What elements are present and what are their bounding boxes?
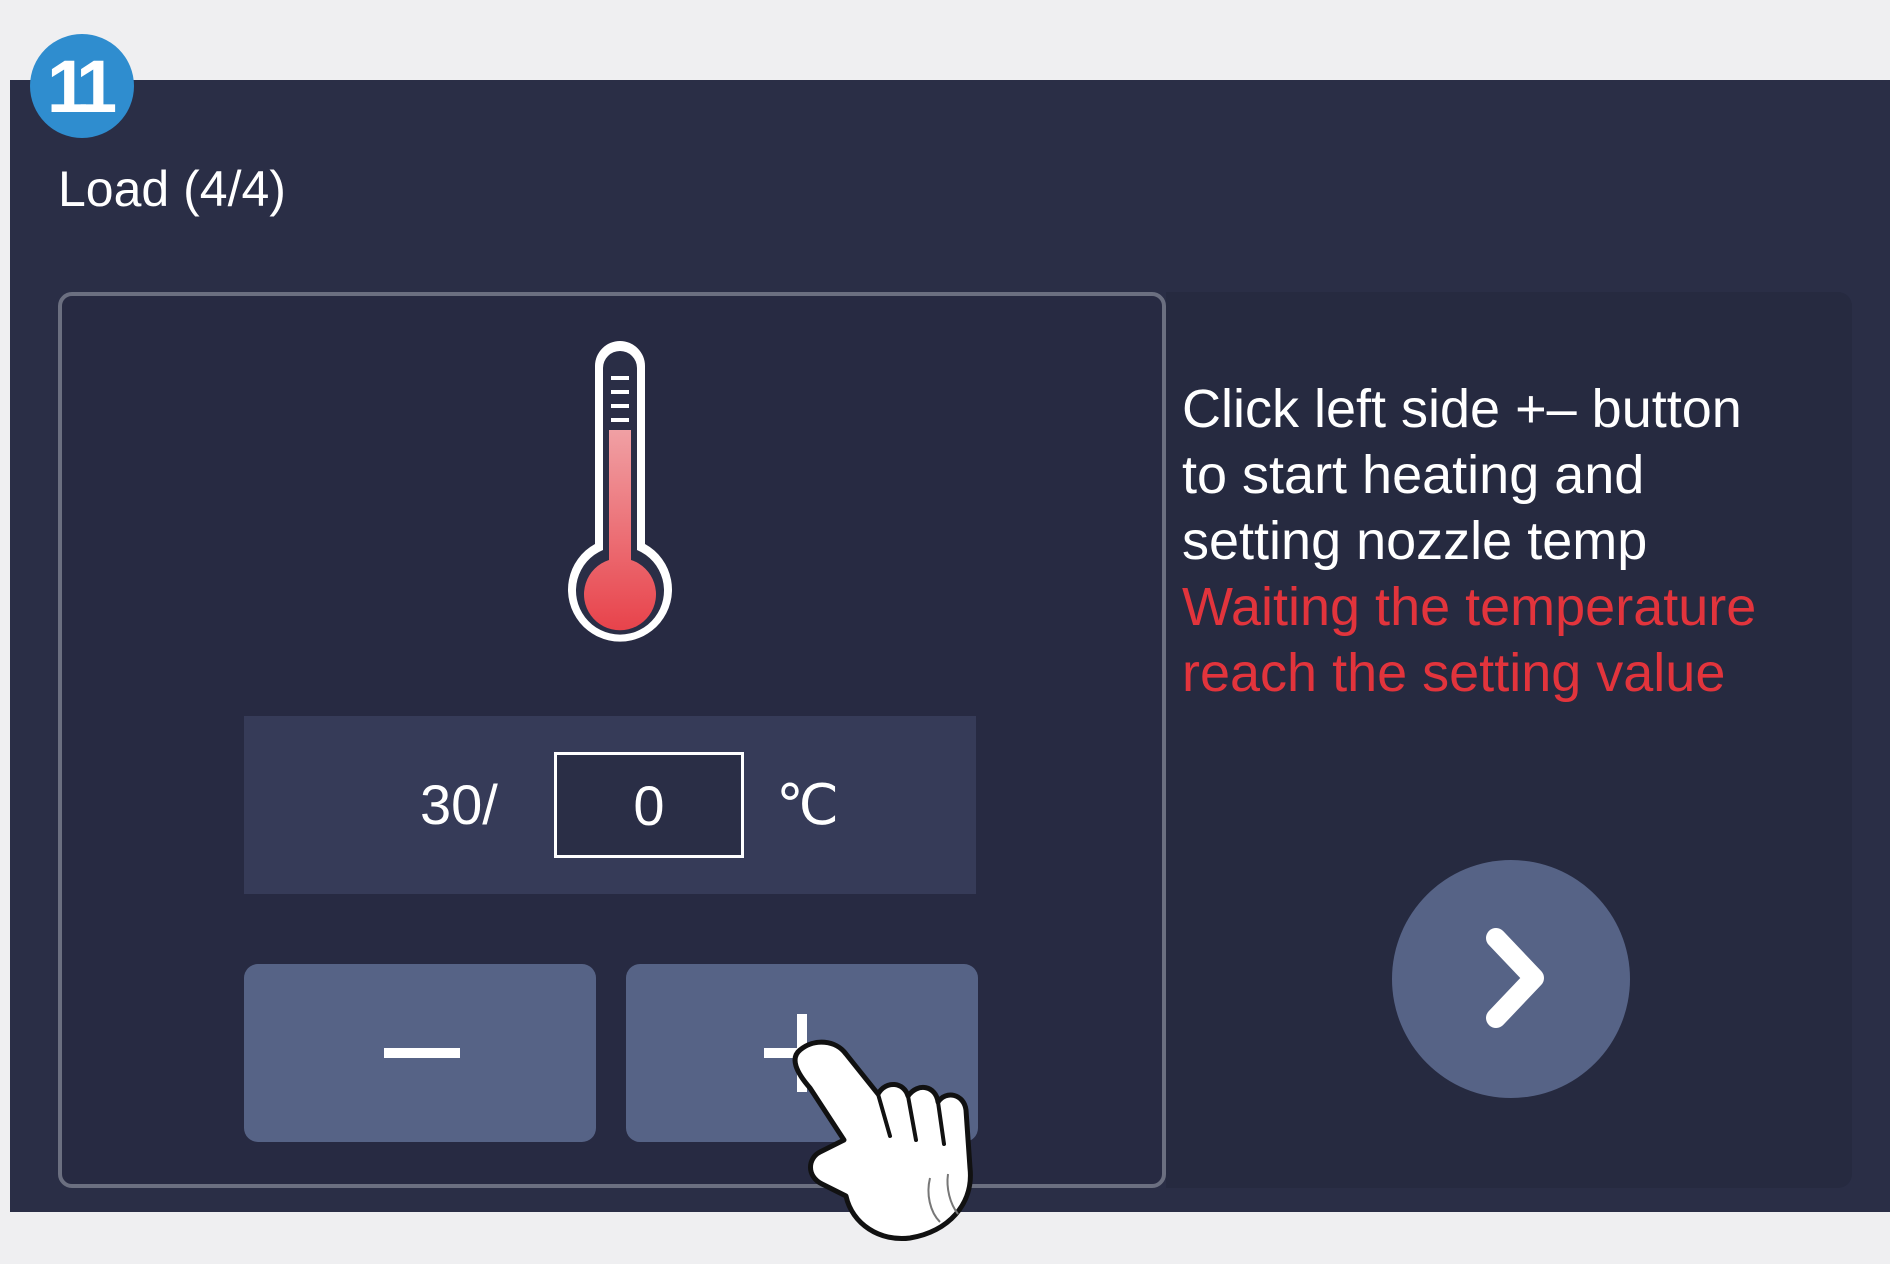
instruction-line: to start heating and <box>1182 445 1645 505</box>
current-temperature: 30/ <box>420 773 498 836</box>
pointing-hand-icon <box>792 1039 973 1242</box>
next-button[interactable] <box>1392 860 1630 1098</box>
decrease-temperature-button[interactable] <box>244 964 596 1142</box>
step-number: 11 <box>46 44 117 128</box>
instruction-line: setting nozzle temp <box>1182 511 1648 571</box>
thermometer-icon <box>568 341 672 642</box>
instruction-text: Click left side +– button to start heati… <box>1182 376 1842 706</box>
temperature-readout: 30/ 0 ℃ <box>244 716 976 894</box>
instruction-line: Click left side +– button <box>1182 379 1742 439</box>
page-title: Load (4/4) <box>58 161 286 217</box>
warning-line: reach the setting value <box>1182 643 1726 703</box>
minus-icon <box>384 1048 460 1058</box>
temperature-unit: ℃ <box>776 773 839 836</box>
instruction-panel: Click left side +– button to start heati… <box>1166 292 1852 1188</box>
warning-line: Waiting the temperature <box>1182 577 1757 637</box>
chevron-right-icon <box>1486 928 1544 1028</box>
target-temperature-field[interactable]: 0 <box>554 752 744 858</box>
temperature-control-panel: 30/ 0 ℃ <box>58 292 1166 1188</box>
step-badge: 11 <box>30 34 134 138</box>
